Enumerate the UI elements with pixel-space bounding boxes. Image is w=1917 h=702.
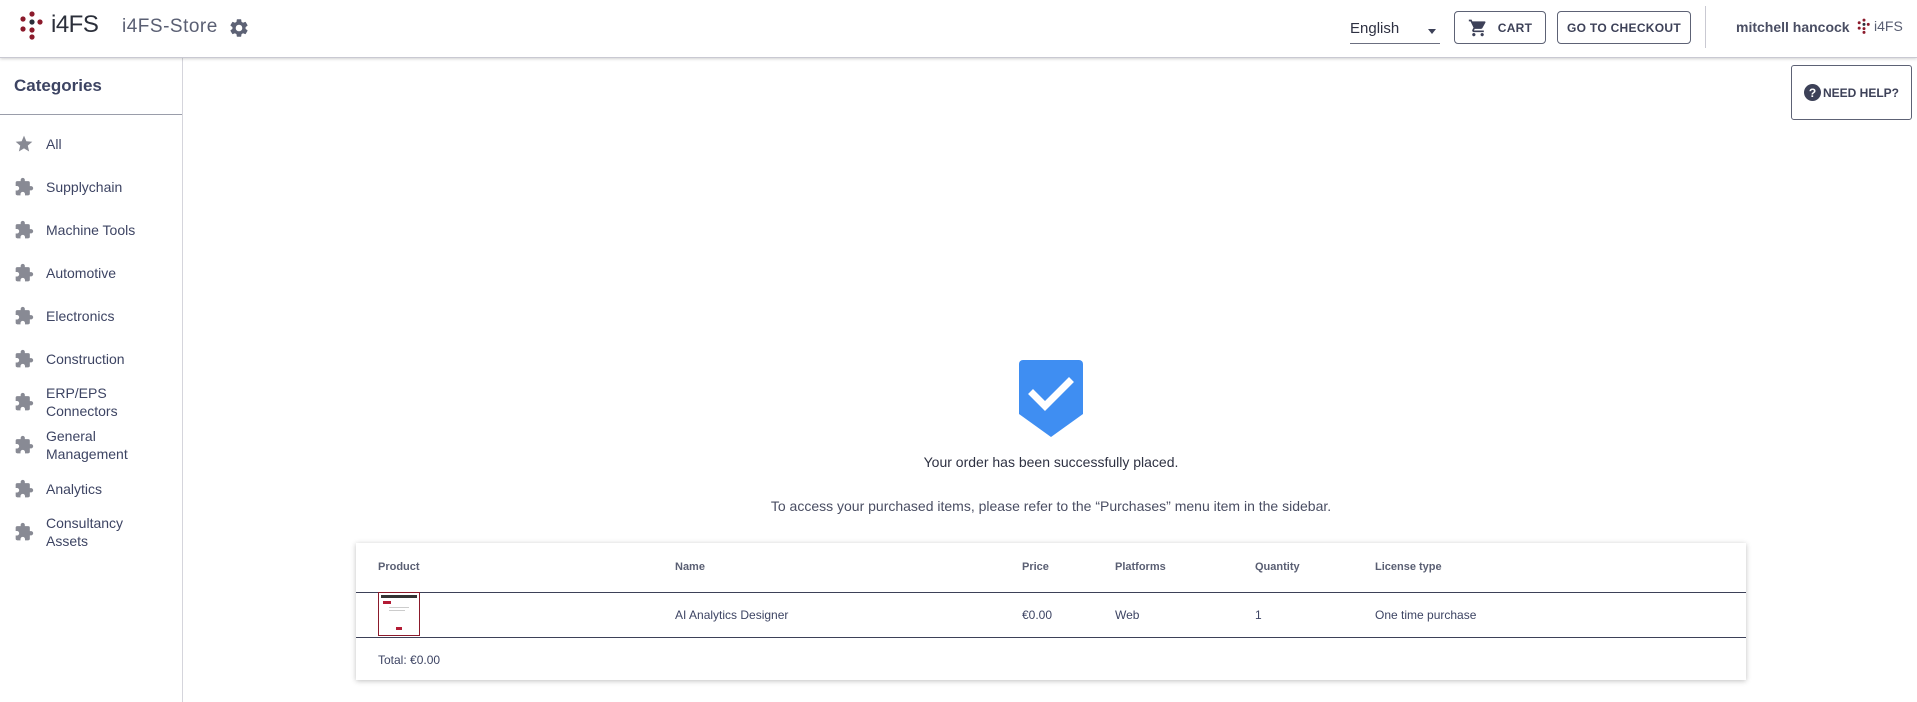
- sidebar-item-label: Electronics: [46, 308, 115, 324]
- user-name[interactable]: mitchell hancock: [1736, 19, 1850, 35]
- i4fs-logo[interactable]: i4FS: [17, 10, 99, 40]
- sidebar-item-machine-tools[interactable]: Machine Tools: [14, 220, 135, 240]
- puzzle-icon: [15, 220, 34, 239]
- column-header-price: Price: [1022, 561, 1049, 573]
- order-success-message: Your order has been successfully placed.: [923, 454, 1179, 470]
- column-header-product: Product: [378, 561, 420, 573]
- language-select[interactable]: English: [1350, 17, 1440, 44]
- product-platforms: Web: [1115, 608, 1140, 622]
- puzzle-icon: [15, 435, 34, 454]
- sidebar-item-label: Analytics: [46, 481, 103, 497]
- logo-text: i4FS: [51, 11, 99, 38]
- brand-small-text: i4FS: [1874, 18, 1903, 34]
- sidebar-item-label: Consultancy Assets: [46, 515, 124, 549]
- sidebar-item-supplychain[interactable]: Supplychain: [14, 177, 122, 197]
- need-help-label: NEED HELP?: [1822, 85, 1899, 100]
- purchases-instruction: To access your purchased items, please r…: [770, 498, 1332, 514]
- product-name: AI Analytics Designer: [675, 608, 789, 622]
- sidebar-item-construction[interactable]: Construction: [14, 349, 125, 369]
- sidebar-item-automotive[interactable]: Automotive: [14, 263, 116, 283]
- cart-icon: [1468, 19, 1486, 36]
- table-header-divider: [356, 592, 1746, 593]
- column-header-license-type: License type: [1375, 561, 1442, 573]
- checkout-label: GO TO CHECKOUT: [1567, 20, 1681, 35]
- product-price: €0.00: [1022, 608, 1053, 622]
- star-icon: [15, 135, 33, 152]
- need-help-button[interactable]: ? NEED HELP?: [1791, 65, 1912, 120]
- logo-dots-small-icon: [1857, 18, 1870, 34]
- puzzle-icon: [15, 392, 34, 411]
- language-value: English: [1350, 20, 1400, 37]
- go-to-checkout-button[interactable]: GO TO CHECKOUT: [1557, 11, 1691, 44]
- puzzle-icon: [15, 522, 34, 541]
- header-divider: [1705, 6, 1706, 48]
- column-header-name: Name: [675, 561, 705, 573]
- help-icon: ?: [1803, 84, 1821, 101]
- puzzle-icon: [15, 263, 34, 282]
- sidebar-item-label: Construction: [46, 351, 125, 367]
- sidebar-item-label: Machine Tools: [46, 222, 136, 238]
- puzzle-icon: [15, 479, 34, 498]
- column-header-quantity: Quantity: [1255, 561, 1300, 573]
- categories-title: Categories: [14, 76, 102, 95]
- sidebar-item-all[interactable]: All: [14, 134, 62, 154]
- column-header-platforms: Platforms: [1115, 561, 1166, 573]
- sidebar-item-label: All: [46, 136, 62, 152]
- puzzle-icon: [15, 349, 34, 368]
- puzzle-icon: [15, 306, 34, 325]
- sidebar-item-label: Supplychain: [46, 179, 123, 195]
- store-title: i4FS-Store: [122, 16, 218, 37]
- top-header: i4FS i4FS-Store English CART GO TO CHECK…: [0, 0, 1917, 58]
- order-summary-table: Product Name Price Platforms Quantity Li…: [356, 543, 1746, 680]
- categories-divider: [0, 114, 182, 115]
- chevron-down-icon: [1428, 29, 1436, 34]
- product-thumbnail[interactable]: [378, 592, 420, 636]
- categories-sidebar: Categories All Supplychain Machine Tools…: [0, 58, 183, 702]
- cart-button[interactable]: CART: [1454, 11, 1546, 44]
- sidebar-item-analytics[interactable]: Analytics: [14, 479, 102, 499]
- puzzle-icon: [15, 177, 34, 196]
- logo-dots-icon: [20, 11, 43, 40]
- i4fs-small-logo: i4FS: [1856, 18, 1903, 34]
- sidebar-item-electronics[interactable]: Electronics: [14, 306, 114, 326]
- sidebar-item-erp-eps-connectors[interactable]: ERP/EPS Connectors: [14, 384, 141, 420]
- sidebar-item-label: Automotive: [46, 265, 117, 281]
- sidebar-item-consultancy-assets[interactable]: Consultancy Assets: [14, 514, 141, 550]
- cart-label: CART: [1497, 20, 1533, 35]
- gear-icon[interactable]: [228, 17, 250, 39]
- product-license-type: One time purchase: [1375, 608, 1477, 622]
- success-check-icon: [1019, 360, 1083, 437]
- table-row-divider: [356, 637, 1746, 638]
- sidebar-item-label: ERP/EPS Connectors: [46, 385, 118, 419]
- product-quantity: 1: [1255, 608, 1262, 622]
- order-total: Total: €0.00: [378, 653, 441, 667]
